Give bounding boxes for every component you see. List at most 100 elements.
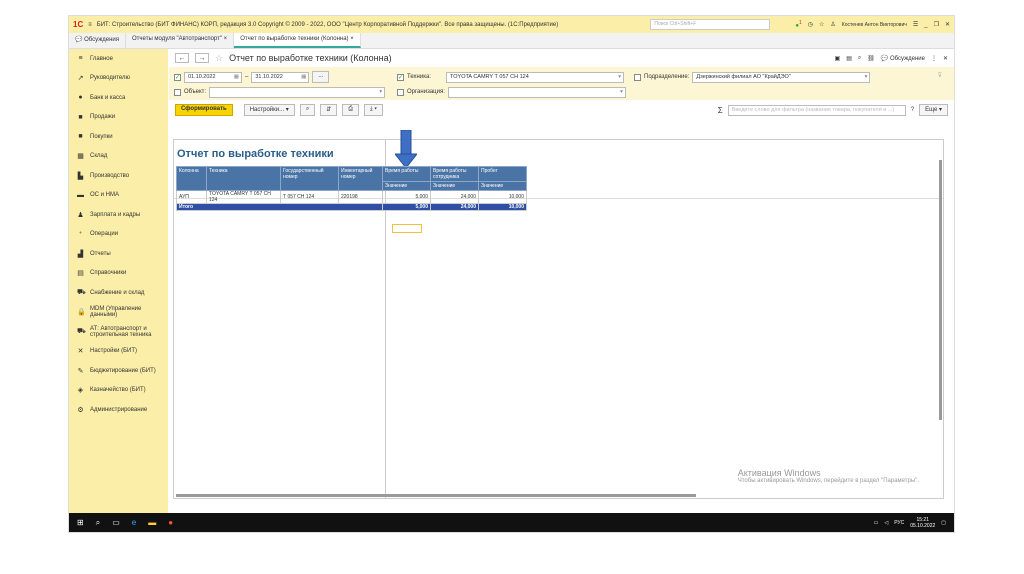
sidebar-item[interactable]: 🔒 MDM (Управление данными) xyxy=(69,303,168,323)
sidebar-item[interactable]: ◈ Казначейство (БИТ) xyxy=(69,381,168,401)
settings-icon[interactable]: ☰ xyxy=(913,21,918,28)
date-from-field[interactable]: 01.10.2022 ▦ xyxy=(184,71,242,83)
start-icon[interactable]: ⊞ xyxy=(77,518,84,527)
report-area[interactable]: Отчет по выработке техники Колонна Техни… xyxy=(173,130,944,499)
notifications-icon[interactable]: ●1 xyxy=(795,20,801,29)
sidebar-item[interactable]: ⛟ АТ: Автотранспорт и строительная техник… xyxy=(69,322,168,342)
cell[interactable]: Т 057 СН 124 xyxy=(280,190,339,204)
filter-icon[interactable]: ⊽ xyxy=(938,72,942,79)
user-name[interactable]: Костенев Антон Викторович xyxy=(842,22,907,28)
save-icon[interactable]: ▣ xyxy=(835,55,841,62)
header-tech: Техника xyxy=(206,166,281,191)
period-select-button[interactable]: ... xyxy=(312,71,330,83)
restore-button[interactable]: ❐ xyxy=(934,21,939,28)
sidebar-item[interactable]: ✕ Настройки (БИТ) xyxy=(69,342,168,362)
sidebar-item[interactable]: ⛟ Снабжение и склад xyxy=(69,283,168,303)
cell[interactable]: 10,000 xyxy=(478,190,527,204)
cell[interactable]: АУП xyxy=(176,190,207,204)
favorite-star-icon[interactable]: ☆ xyxy=(215,53,223,64)
close-button[interactable]: ✕ xyxy=(945,21,950,28)
sidebar-item[interactable]: ↗ Руководителю xyxy=(69,69,168,89)
generate-button[interactable]: Сформировать xyxy=(175,104,233,116)
export-button[interactable]: ⤓ ▾ xyxy=(364,104,383,116)
organization-checkbox[interactable] xyxy=(397,88,404,96)
tech-field[interactable]: TOYOTA CAMRY Т 057 СН 124 ▾ xyxy=(446,71,624,83)
total-row[interactable]: Итого 5,000 24,000 10,000 xyxy=(176,203,527,211)
division-checkbox[interactable] xyxy=(634,73,641,81)
more-icon[interactable]: ⋮ xyxy=(931,55,937,62)
forward-button[interactable]: → xyxy=(195,53,209,63)
explorer-icon[interactable]: ▬ xyxy=(148,518,156,527)
vertical-scrollbar[interactable] xyxy=(939,160,942,420)
language-indicator[interactable]: РУС xyxy=(894,520,904,526)
organization-field[interactable]: ▾ xyxy=(447,86,626,98)
volume-icon[interactable]: ◁ xyxy=(884,520,888,526)
horizontal-scrollbar[interactable] xyxy=(176,494,696,497)
sidebar-item-label: Казначейство (БИТ) xyxy=(90,387,146,394)
object-checkbox[interactable] xyxy=(174,88,181,96)
sidebar-item[interactable]: ✎ Бюджетирование (БИТ) xyxy=(69,361,168,381)
clock[interactable]: 15:21 05.10.2022 xyxy=(910,517,935,529)
tab-discussions[interactable]: 💬 Обсуждения xyxy=(69,33,127,48)
network-icon[interactable]: ▭ xyxy=(874,520,879,526)
tab-report[interactable]: Отчет по выработке техники (Колонна) × xyxy=(234,33,361,48)
sidebar-item[interactable]: ▤ Справочники xyxy=(69,264,168,284)
back-button[interactable]: ← xyxy=(175,53,189,63)
edge-icon[interactable]: e xyxy=(132,518,136,527)
sidebar-item[interactable]: ≡ Главное xyxy=(69,49,168,69)
sidebar-item[interactable]: ▦ Склад xyxy=(69,147,168,167)
form-header: ← → ☆ Отчет по выработке техники (Колонн… xyxy=(169,49,954,67)
table-row[interactable]: АУП TOYOTA CAMRY Т 057 СН 124 Т 057 СН 1… xyxy=(176,190,527,204)
section-icon: ⛟ xyxy=(77,289,86,297)
sidebar-item-label: MDM (Управление данными) xyxy=(90,306,142,319)
1c-app-icon[interactable]: ● xyxy=(168,518,173,527)
expand-groups-button[interactable]: ⇵ xyxy=(320,104,338,116)
task-view-icon[interactable]: ▭ xyxy=(112,518,120,527)
cell[interactable]: TOYOTA CAMRY Т 057 СН 124 xyxy=(206,190,281,204)
selected-cell[interactable] xyxy=(392,224,422,233)
tech-checkbox[interactable]: ✓ xyxy=(397,73,404,81)
cell[interactable]: 5,000 xyxy=(382,190,431,204)
sum-icon[interactable]: Σ xyxy=(718,106,723,115)
header-column: Колонна xyxy=(176,166,207,191)
total-cell[interactable]: 5,000 xyxy=(382,203,431,211)
subheader-value: Значение xyxy=(382,181,431,191)
favorites-icon[interactable]: ☆ xyxy=(819,21,824,28)
sidebar-item[interactable]: ⁺ Операции xyxy=(69,225,168,245)
cell[interactable]: 24,000 xyxy=(430,190,479,204)
sidebar-item[interactable]: ♟ Зарплата и кадры xyxy=(69,205,168,225)
object-field[interactable]: ▾ xyxy=(209,86,386,98)
date-to-field[interactable]: 31.10.2022 ▦ xyxy=(251,71,310,83)
table-search-input[interactable]: Введите слово для фильтра (название това… xyxy=(727,104,906,116)
link-icon[interactable]: ⛓ xyxy=(867,55,875,62)
search-report-button[interactable]: ⌕ xyxy=(299,104,316,116)
more-button[interactable]: Еще ▾ xyxy=(919,104,948,116)
period-checkbox[interactable]: ✓ xyxy=(174,73,181,81)
sidebar-item[interactable]: ⚙ Администрирование xyxy=(69,400,168,420)
sidebar-item[interactable]: ■ Продажи xyxy=(69,108,168,128)
division-field[interactable]: Дзержинский филиал АО "КрайДЭО" ▾ xyxy=(692,71,871,83)
settings-button[interactable]: Настройки... ▾ xyxy=(243,104,295,116)
discussion-button[interactable]: 💬 Обсуждение xyxy=(881,55,925,62)
close-form-icon[interactable]: ✕ xyxy=(943,55,948,62)
sidebar-item[interactable]: ▙ Производство xyxy=(69,166,168,186)
action-center-icon[interactable]: ▢ xyxy=(941,520,946,526)
tab-reports-module[interactable]: Отчеты модуля "Автотранспорт" × xyxy=(126,33,235,48)
total-label: Итого xyxy=(176,203,383,211)
sidebar-item[interactable]: ● Банк и касса xyxy=(69,88,168,108)
find-icon[interactable]: ⌕ xyxy=(858,55,861,62)
sidebar-item[interactable]: ▬ ОС и НМА xyxy=(69,186,168,206)
cell[interactable]: 220198 xyxy=(338,190,383,204)
global-search-input[interactable]: Поиск Ctrl+Shift+F xyxy=(650,19,771,30)
total-cell[interactable]: 10,000 xyxy=(478,203,527,211)
print-icon[interactable]: ▤ xyxy=(846,55,852,62)
sidebar-item[interactable]: ■ Покупки xyxy=(69,127,168,147)
menu-icon[interactable]: ≡ xyxy=(88,22,92,28)
minimize-button[interactable]: _ xyxy=(924,22,927,28)
print-button[interactable]: ⎙ xyxy=(342,104,360,116)
total-cell[interactable]: 24,000 xyxy=(430,203,479,211)
sidebar-item[interactable]: ▟ Отчеты xyxy=(69,244,168,264)
help-button[interactable]: ? xyxy=(911,107,914,113)
history-icon[interactable]: ◷ xyxy=(808,21,813,28)
search-icon[interactable]: ⌕ xyxy=(96,518,100,528)
